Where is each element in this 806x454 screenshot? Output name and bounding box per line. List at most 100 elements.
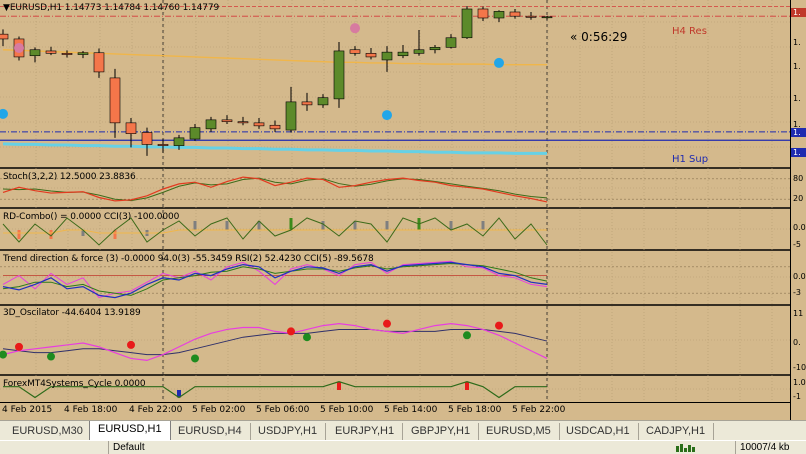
time-label: 5 Feb 18:00	[448, 405, 502, 415]
tab-eurjpy-h1[interactable]: EURJPY,H1	[327, 423, 404, 440]
time-label: 5 Feb 02:00	[192, 405, 246, 415]
rd-histogram-bar	[289, 218, 293, 230]
osc3d-title: 3D_Oscilator -44.6404 13.9189	[3, 308, 141, 318]
bear-candle	[269, 124, 281, 130]
bear-candle	[237, 121, 249, 124]
tab-gbpjpy-h1[interactable]: GBPJPY,H1	[403, 423, 480, 440]
connection-status-icon	[676, 444, 698, 453]
osc-scale-label: 0.	[793, 338, 801, 347]
bear-candle	[349, 49, 361, 54]
rd-histogram-bar	[481, 221, 485, 230]
bar-countdown: « 0:56:29	[570, 30, 628, 44]
time-label: 5 Feb 14:00	[384, 405, 438, 415]
sup-price-tag: 1.	[791, 128, 806, 137]
bear-candle	[221, 119, 233, 122]
bear-candle	[157, 144, 169, 146]
bull-candle	[541, 16, 553, 19]
signal-marker	[0, 108, 8, 119]
bull-candle	[285, 101, 297, 131]
bear-candle	[141, 132, 153, 145]
bull-candle	[413, 49, 425, 54]
ma-slow-line	[2, 49, 547, 66]
time-label: 4 Feb 18:00	[64, 405, 118, 415]
rd-scale-label: 0.0	[793, 223, 806, 232]
trend-title: Trend direction & force (3) -0.0000 94.0…	[3, 254, 374, 264]
osc3d-signal-dot	[191, 354, 199, 363]
trend-scale-label: 0.0	[793, 272, 806, 281]
bear-candle	[365, 53, 377, 58]
bear-candle	[45, 50, 57, 54]
status-traffic: 10007/4 kb	[735, 441, 806, 454]
bull-candle	[77, 52, 89, 55]
price-label: 1.	[793, 62, 801, 71]
osc3d-signal-dot	[287, 327, 295, 336]
time-label: 5 Feb 22:00	[512, 405, 566, 415]
osc3d-signal-dot	[15, 342, 23, 351]
bull-candle	[205, 119, 217, 130]
stoch-title: Stoch(3,2,2) 12.5000 23.8836	[3, 172, 136, 182]
price-label: 1.	[793, 120, 801, 129]
osc3d-signal-dot	[303, 333, 311, 342]
tab-eurusd-h1[interactable]: EURUSD,H1	[89, 421, 171, 441]
price-scale[interactable]: 1. 1. 1. 1. 1. 1. 1. 80 20 0.0 -5 0.0 -3…	[790, 0, 806, 420]
chart-tab-bar: EURUSD,M30 EURUSD,H1 EURUSD,H4 USDJPY,H1…	[0, 420, 806, 441]
tab-eurusd-m5[interactable]: EURUSD,M5	[478, 423, 560, 440]
bear-candle	[525, 15, 537, 18]
ma-band-line	[2, 142, 547, 155]
trend-scale-label: -3	[793, 288, 801, 297]
time-label: 4 Feb 22:00	[129, 405, 183, 415]
rd-cci-line	[2, 217, 548, 246]
bull-candle	[397, 51, 409, 57]
osc3d-signal-dot	[383, 319, 391, 328]
res-level-label: H4 Res	[672, 26, 707, 37]
cycle-scale-label: 1.0	[793, 378, 806, 387]
osc3d-signal-dot	[0, 350, 7, 359]
symbol-header: EURUSD,H1 1.14773 1.14784 1.14760 1.1477…	[9, 3, 220, 13]
bear-candle	[509, 11, 521, 17]
cycle-bar	[465, 381, 469, 390]
chart-svg	[0, 0, 790, 402]
tab-eurusd-h4[interactable]: EURUSD,H4	[170, 423, 251, 440]
bull-candle	[493, 11, 505, 19]
chart-area[interactable]: ▼EURUSD,H1 1.14773 1.14784 1.14760 1.147…	[0, 0, 790, 402]
tab-usdjpy-h1[interactable]: USDJPY,H1	[250, 423, 327, 440]
bear-candle	[125, 122, 137, 134]
time-axis[interactable]: 4 Feb 2015 4 Feb 18:00 4 Feb 22:00 5 Feb…	[0, 402, 790, 420]
rdcombo-title: RD-Combo() = 0.0000 CCI(3) -100.0000	[3, 212, 180, 222]
bull-candle	[317, 97, 329, 106]
rd-histogram-bar	[385, 221, 389, 230]
bear-candle	[253, 122, 265, 127]
tab-eurusd-m30[interactable]: EURUSD,M30	[4, 423, 92, 440]
osc3d-signal-dot	[47, 352, 55, 361]
bull-candle	[461, 8, 473, 39]
status-profile: Default	[108, 441, 268, 454]
signal-marker	[350, 23, 360, 34]
sup-level-label: H1 Sup	[672, 154, 709, 165]
cycle-scale-label: -1	[793, 392, 801, 401]
bull-candle	[333, 50, 345, 100]
osc-scale-label: 11	[793, 309, 804, 318]
rd-scale-label: -5	[793, 240, 801, 249]
stoch-scale-label: 80	[793, 174, 804, 183]
price-label: 1.	[793, 94, 801, 103]
bull-candle	[29, 49, 41, 57]
res-price-tag: 1.	[791, 8, 806, 17]
signal-marker	[14, 42, 24, 53]
bull-candle	[445, 37, 457, 48]
tab-cadjpy-h1[interactable]: CADJPY,H1	[638, 423, 715, 440]
bear-candle	[109, 77, 121, 124]
signal-marker	[494, 57, 504, 68]
time-label: 5 Feb 10:00	[320, 405, 374, 415]
osc3d-signal-dot	[463, 331, 471, 340]
bear-candle	[477, 8, 489, 19]
bull-candle	[173, 137, 185, 146]
bull-candle	[381, 51, 393, 61]
bull-candle	[429, 47, 441, 51]
bull-candle	[189, 127, 201, 140]
main-chart-header: ▼EURUSD,H1 1.14773 1.14784 1.14760 1.147…	[3, 3, 219, 13]
stoch-scale-label: 20	[793, 194, 804, 203]
time-label: 4 Feb 2015	[2, 405, 53, 415]
tab-usdcad-h1[interactable]: USDCAD,H1	[558, 423, 639, 440]
band-price-tag: 1.	[791, 148, 806, 157]
rd-histogram-bar	[17, 230, 21, 239]
